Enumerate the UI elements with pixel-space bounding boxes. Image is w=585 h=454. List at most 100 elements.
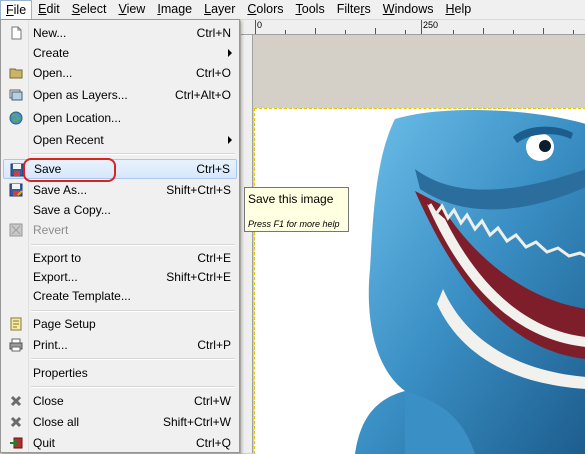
- menu-item-shortcut: Shift+Ctrl+S: [166, 183, 231, 197]
- menu-item-page-setup[interactable]: Page Setup: [3, 314, 237, 334]
- ruler-tick: [453, 30, 454, 34]
- menu-edit[interactable]: Edit: [32, 0, 66, 19]
- menu-item-shortcut: Ctrl+Q: [195, 436, 231, 450]
- close-icon: [10, 395, 22, 407]
- ruler-tick: [483, 28, 484, 34]
- menu-item-open-location[interactable]: Open Location...: [3, 108, 237, 128]
- menu-item-close[interactable]: Close Ctrl+W: [3, 391, 237, 411]
- menu-item-shortcut: Ctrl+Alt+O: [174, 88, 231, 102]
- ruler-tick: [345, 30, 346, 34]
- menu-item-label: Save a Copy...: [33, 203, 111, 217]
- menu-item-label: Revert: [33, 223, 69, 237]
- open-folder-icon: [9, 68, 23, 79]
- ruler-label-250: 250: [423, 20, 439, 30]
- menu-item-save-as[interactable]: Save As... Shift+Ctrl+S: [3, 180, 237, 200]
- mnemonic-letter: E: [38, 2, 47, 16]
- menu-item-shortcut: Shift+Ctrl+W: [162, 415, 231, 429]
- ruler-tick: [285, 30, 286, 34]
- close-all-icon: [10, 416, 22, 428]
- menu-item-open-recent[interactable]: Open Recent: [3, 130, 237, 150]
- mnemonic-letter: W: [382, 2, 395, 16]
- menu-item-label: Open as Layers...: [33, 88, 128, 102]
- page-setup-icon: [10, 317, 22, 331]
- image-canvas[interactable]: [254, 108, 585, 454]
- save-highlight-annotation: [23, 158, 116, 182]
- menu-item-properties[interactable]: Properties: [3, 363, 237, 383]
- horizontal-ruler[interactable]: 0 250: [241, 20, 585, 35]
- menu-item-label: Close all: [33, 415, 80, 429]
- menu-item-export[interactable]: Export... Shift+Ctrl+E: [3, 267, 237, 287]
- menu-separator: [31, 386, 235, 388]
- save-tooltip: Save this image Press F1 for more help: [244, 187, 349, 232]
- menu-item-label: Create: [33, 46, 70, 60]
- menu-item-label: Page Setup: [33, 317, 96, 331]
- menu-item-open-as-layers[interactable]: Open as Layers... Ctrl+Alt+O: [3, 85, 237, 105]
- mnemonic-letter: r: [360, 2, 365, 16]
- menu-separator: [31, 153, 235, 155]
- save-icon: [10, 163, 24, 177]
- menu-item-create[interactable]: Create: [3, 43, 237, 63]
- menu-item-label: Open...: [33, 66, 73, 80]
- mnemonic-letter: V: [118, 2, 127, 16]
- mnemonic-letter: L: [204, 2, 212, 16]
- ruler-tick: [573, 30, 574, 34]
- submenu-arrow-icon: [228, 136, 232, 144]
- tooltip-title: Save this image: [248, 192, 334, 206]
- globe-icon: [9, 111, 23, 125]
- menu-image[interactable]: Image: [151, 0, 198, 19]
- save-as-icon: [9, 183, 23, 197]
- menu-item-shortcut: Ctrl+O: [195, 66, 231, 80]
- submenu-arrow-icon: [228, 49, 232, 57]
- ruler-tick: [405, 30, 406, 34]
- ruler-tick: [375, 28, 376, 34]
- menu-separator: [31, 358, 235, 360]
- menu-tools[interactable]: Tools: [290, 0, 331, 19]
- menu-item-revert: Revert: [3, 220, 237, 240]
- menu-item-quit[interactable]: Quit Ctrl+Q: [3, 433, 237, 453]
- ruler-tick: [513, 30, 514, 34]
- menu-item-shortcut: Ctrl+E: [197, 251, 231, 265]
- menu-item-label: Save As...: [33, 183, 88, 197]
- menu-filters[interactable]: Filters: [331, 0, 377, 19]
- menu-item-open[interactable]: Open... Ctrl+O: [3, 63, 237, 83]
- menu-item-label: Open Recent: [33, 133, 104, 147]
- ruler-tick: [543, 28, 544, 34]
- menu-item-shortcut: Ctrl+S: [196, 162, 230, 176]
- menu-help[interactable]: Help: [439, 0, 477, 19]
- menu-separator: [31, 244, 235, 246]
- mnemonic-letter: S: [71, 2, 81, 16]
- menu-colors[interactable]: Colors: [241, 0, 289, 19]
- menu-item-shortcut: Ctrl+W: [194, 394, 231, 408]
- menu-item-label: Quit: [33, 436, 56, 450]
- menu-item-close-all[interactable]: Close all Shift+Ctrl+W: [3, 412, 237, 432]
- mnemonic-letter: F: [6, 3, 14, 17]
- file-menu: New... Ctrl+N Create Open... Ctrl+O Open…: [0, 19, 240, 453]
- menu-item-label: Close: [33, 394, 64, 408]
- menu-view[interactable]: View: [112, 0, 151, 19]
- menu-item-export-to[interactable]: Export to Ctrl+E: [3, 248, 237, 268]
- menu-item-label: Export...: [33, 270, 78, 284]
- menu-item-shortcut: Ctrl+P: [197, 338, 231, 352]
- menu-file[interactable]: File: [0, 0, 33, 19]
- tooltip-hint: Press F1 for more help: [248, 219, 340, 229]
- mnemonic-letter: T: [295, 2, 302, 16]
- menu-select[interactable]: Select: [66, 0, 113, 19]
- vertical-ruler[interactable]: [241, 35, 253, 453]
- menu-layer[interactable]: Layer: [198, 0, 241, 19]
- menu-item-print[interactable]: Print... Ctrl+P: [3, 335, 237, 355]
- menu-item-new[interactable]: New... Ctrl+N: [3, 23, 237, 43]
- menu-item-shortcut: Shift+Ctrl+E: [166, 270, 231, 284]
- menu-item-label: Create Template...: [33, 289, 131, 303]
- menu-windows[interactable]: Windows: [377, 0, 440, 19]
- menu-separator: [31, 310, 235, 312]
- mnemonic-letter: H: [445, 2, 455, 16]
- menu-item-label: Open Location...: [33, 111, 122, 125]
- new-document-icon: [11, 26, 22, 40]
- menu-item-label: Print...: [33, 338, 68, 352]
- menubar: File Edit Select View Image Layer Colors…: [0, 0, 585, 20]
- mnemonic-letter: C: [247, 2, 257, 16]
- menu-item-save-copy[interactable]: Save a Copy...: [3, 200, 237, 220]
- mnemonic-letter: I: [157, 2, 161, 16]
- ruler-tick: [315, 28, 316, 34]
- menu-item-create-template[interactable]: Create Template...: [3, 286, 237, 306]
